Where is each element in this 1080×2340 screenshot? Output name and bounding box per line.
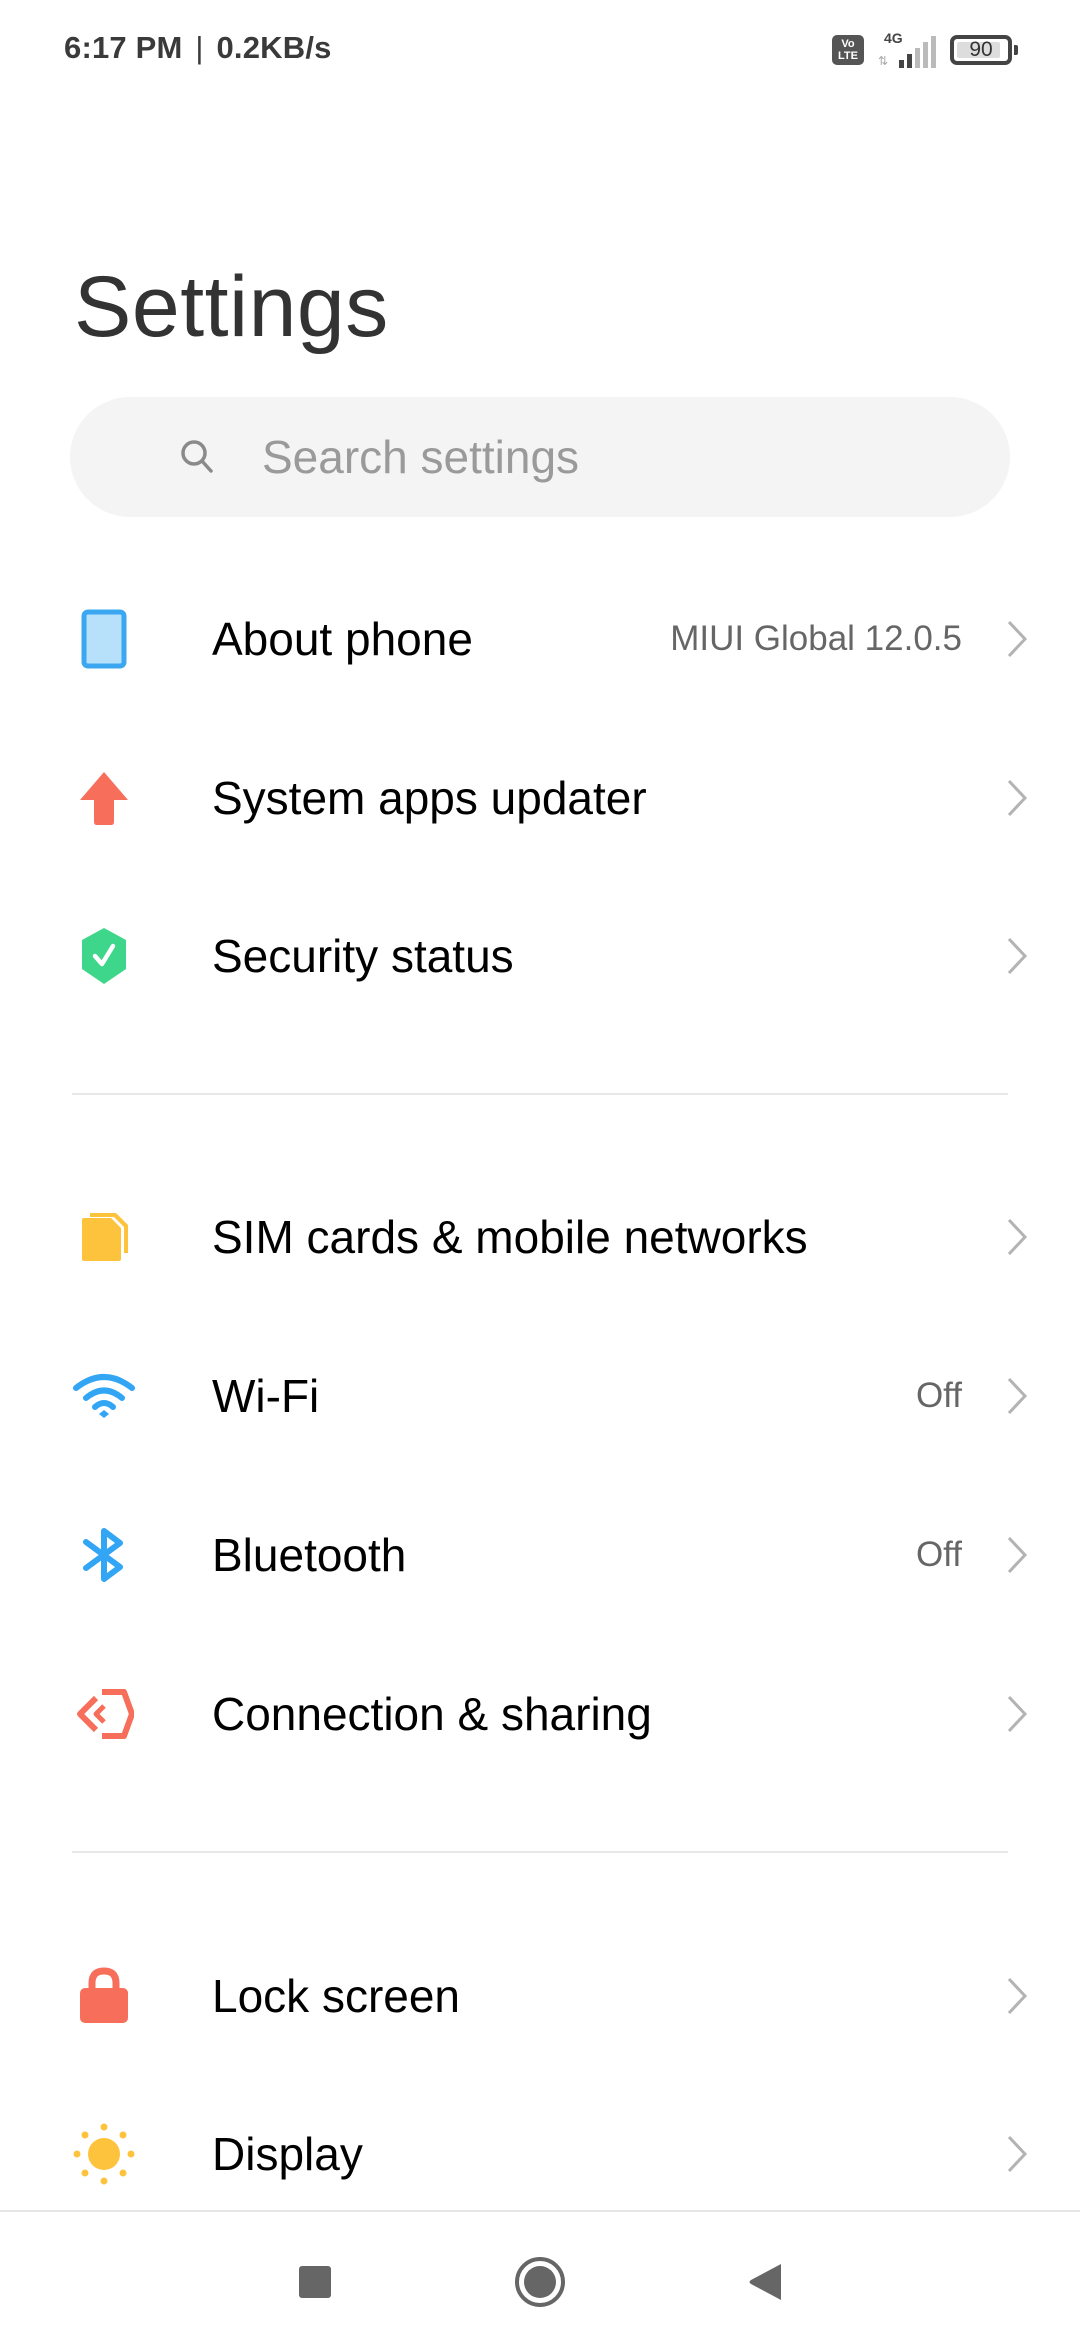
- chevron-right-icon: [1007, 1695, 1028, 1732]
- item-value: MIUI Global 12.0.5: [670, 618, 962, 658]
- battery-tip: [1014, 45, 1018, 55]
- signal-bar: [899, 60, 904, 68]
- settings-item-lock-screen[interactable]: Lock screen: [0, 1916, 1080, 2075]
- signal-bar: [923, 42, 928, 68]
- chevron-right-icon: [1007, 1536, 1028, 1573]
- chevron-right-icon: [1007, 2135, 1028, 2172]
- volte-text-bottom: LTE: [838, 50, 858, 62]
- chevron-right-icon: [1007, 620, 1028, 657]
- item-label: Lock screen: [212, 1969, 461, 2022]
- navigation-bar: [0, 2210, 1080, 2340]
- item-label: About phone: [212, 612, 473, 665]
- chevron-right-icon: [1007, 937, 1028, 974]
- shield-check-icon: [72, 924, 136, 988]
- chevron-right-icon: [1007, 1377, 1028, 1414]
- square-icon: [299, 2266, 331, 2298]
- recents-button[interactable]: [285, 2252, 345, 2312]
- phone-icon: [72, 607, 136, 671]
- arrow-up-icon: [72, 766, 136, 830]
- settings-item-bluetooth[interactable]: Bluetooth Off: [0, 1475, 1080, 1634]
- status-bar: 6:17 PM | 0.2KB/s Vo LTE 4G ⇅ 90: [0, 0, 1080, 100]
- triangle-back-icon: [749, 2264, 781, 2300]
- settings-item-system-apps-updater[interactable]: System apps updater: [0, 718, 1080, 877]
- volte-text-top: Vo: [841, 38, 855, 50]
- search-bar[interactable]: [70, 397, 1010, 517]
- signal-bar: [907, 54, 912, 68]
- bluetooth-icon: [72, 1523, 136, 1587]
- status-separator: |: [195, 30, 204, 65]
- clock: 6:17 PM: [64, 30, 183, 65]
- item-label: Connection & sharing: [212, 1687, 652, 1740]
- data-activity-icon: ⇅: [878, 54, 889, 68]
- settings-item-connection-sharing[interactable]: Connection & sharing: [0, 1634, 1080, 1793]
- page-title: Settings: [74, 259, 389, 355]
- chevron-right-icon: [1007, 1218, 1028, 1255]
- item-label: SIM cards & mobile networks: [212, 1210, 808, 1263]
- section-divider: [72, 1093, 1008, 1095]
- connection-sharing-icon: [72, 1682, 136, 1746]
- wifi-icon: [72, 1364, 136, 1428]
- network-speed: 0.2KB/s: [216, 30, 332, 65]
- item-label: Wi-Fi: [212, 1369, 320, 1422]
- back-button[interactable]: [735, 2252, 795, 2312]
- battery-percent: 90: [969, 38, 993, 61]
- item-label: System apps updater: [212, 771, 647, 824]
- item-label: Bluetooth: [212, 1528, 407, 1581]
- signal-strength-icon: 4G ⇅: [878, 30, 936, 70]
- item-label: Display: [212, 2127, 363, 2180]
- battery-icon: 90: [950, 35, 1012, 65]
- settings-item-security-status[interactable]: Security status: [0, 876, 1080, 1035]
- volte-icon: Vo LTE: [832, 35, 864, 65]
- search-input[interactable]: [262, 397, 982, 517]
- home-button[interactable]: [510, 2252, 570, 2312]
- circle-icon: [515, 2257, 565, 2307]
- sim-card-icon: [72, 1205, 136, 1269]
- search-icon: [181, 440, 213, 473]
- signal-bars: [899, 36, 936, 68]
- signal-bar: [931, 36, 936, 68]
- lock-icon: [72, 1964, 136, 2028]
- item-label: Security status: [212, 929, 514, 982]
- settings-item-wifi[interactable]: Wi-Fi Off: [0, 1316, 1080, 1475]
- chevron-right-icon: [1007, 1977, 1028, 2014]
- signal-bar: [915, 48, 920, 68]
- settings-item-about-phone[interactable]: About phone MIUI Global 12.0.5: [0, 559, 1080, 718]
- sun-icon: [72, 2122, 136, 2186]
- settings-item-sim-cards[interactable]: SIM cards & mobile networks: [0, 1157, 1080, 1316]
- item-value: Off: [915, 1375, 962, 1415]
- section-divider: [72, 1851, 1008, 1853]
- item-value: Off: [915, 1534, 962, 1574]
- chevron-right-icon: [1007, 779, 1028, 816]
- status-left: 6:17 PM | 0.2KB/s: [64, 30, 332, 66]
- status-icons: Vo LTE 4G ⇅ 90: [832, 28, 1018, 72]
